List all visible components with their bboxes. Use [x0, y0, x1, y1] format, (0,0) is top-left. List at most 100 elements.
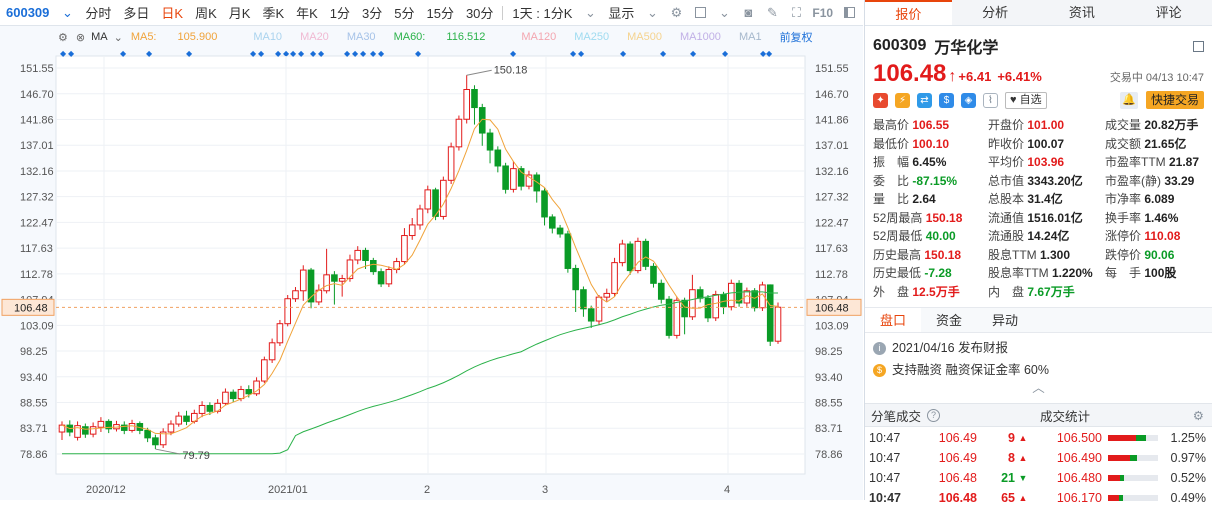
- period-tab[interactable]: 15分: [420, 3, 459, 22]
- event-marker[interactable]: ◆: [298, 49, 305, 58]
- adjust-select[interactable]: 前复权: [780, 29, 813, 45]
- sub-tab[interactable]: 资金: [921, 308, 977, 332]
- event-marker[interactable]: ◆: [186, 49, 193, 58]
- event-marker[interactable]: ◆: [120, 49, 127, 58]
- quote-tab[interactable]: 评论: [1125, 0, 1212, 25]
- period-tab[interactable]: 30分: [460, 3, 499, 22]
- period-tab[interactable]: 多日: [117, 3, 155, 22]
- bell-icon[interactable]: 🔔: [1119, 91, 1138, 109]
- quote-tab[interactable]: 资讯: [1039, 0, 1126, 25]
- ma1-legend[interactable]: MA1: [739, 31, 762, 43]
- ma10-legend[interactable]: MA10: [253, 31, 282, 43]
- pencil-icon[interactable]: ✎: [764, 5, 780, 21]
- candle-body: [689, 289, 696, 318]
- event-marker[interactable]: ◆: [415, 49, 422, 58]
- help-icon[interactable]: ?: [927, 408, 941, 422]
- candle-body: [595, 296, 603, 322]
- camera-icon[interactable]: ◙: [740, 5, 756, 21]
- settings-icon[interactable]: ⚙: [1193, 408, 1204, 423]
- period-tab[interactable]: 日K: [155, 3, 189, 22]
- panel-toggle-icon[interactable]: [841, 5, 857, 21]
- range-select[interactable]: 1天 : 1分K: [506, 3, 578, 22]
- up-arrow-icon: ↑: [948, 68, 957, 85]
- menu-icon[interactable]: [1193, 40, 1204, 52]
- event-marker[interactable]: ◆: [766, 49, 773, 58]
- period-tab[interactable]: 5分: [388, 3, 420, 22]
- quote-field: 内 盘 7.67万手: [988, 283, 1105, 302]
- event-marker[interactable]: ◆: [352, 49, 359, 58]
- event-marker[interactable]: ◆: [344, 49, 351, 58]
- ma250-legend[interactable]: MA250: [574, 31, 609, 43]
- ma120-legend[interactable]: MA120: [521, 31, 556, 43]
- expand-icon[interactable]: ⛶: [788, 5, 804, 21]
- ma60-legend[interactable]: MA60: 116.512: [394, 31, 504, 43]
- chevron-up-icon[interactable]: ︿: [865, 381, 1212, 395]
- event-marker[interactable]: ◆: [275, 49, 282, 58]
- event-marker[interactable]: ◆: [690, 49, 697, 58]
- up-triangle-icon: ▲: [1018, 453, 1028, 463]
- event-marker[interactable]: ◆: [378, 49, 385, 58]
- chart-icon[interactable]: ⌇: [983, 92, 998, 108]
- stock-code[interactable]: 600309: [0, 5, 55, 20]
- y-tick-label: 83.71: [20, 423, 48, 435]
- quote-tab[interactable]: 报价: [865, 0, 952, 25]
- news-item[interactable]: i 2021/04/16 发布财报: [865, 337, 1212, 359]
- hk-connect-icon[interactable]: ✦: [873, 92, 888, 108]
- event-marker[interactable]: ◆: [620, 49, 627, 58]
- news-item[interactable]: $ 支持融资 融资保证金率 60%: [865, 359, 1212, 381]
- quote-tab[interactable]: 分析: [952, 0, 1039, 25]
- event-marker[interactable]: ◆: [60, 49, 67, 58]
- display-select[interactable]: 显示: [602, 3, 640, 22]
- candle-body: [751, 290, 758, 309]
- dollar-icon[interactable]: $: [939, 92, 954, 108]
- lightning-icon[interactable]: ⚡: [895, 92, 910, 108]
- chevron-down-icon[interactable]: ⌄: [582, 5, 598, 21]
- event-marker[interactable]: ◆: [250, 49, 257, 58]
- period-tab[interactable]: 季K: [256, 3, 290, 22]
- event-marker[interactable]: ◆: [290, 49, 297, 58]
- event-marker[interactable]: ◆: [310, 49, 317, 58]
- ma500-legend[interactable]: MA500: [627, 31, 662, 43]
- chevron-down-icon[interactable]: ⌄: [59, 5, 75, 21]
- checkbox-icon[interactable]: [692, 5, 708, 21]
- tag-icon[interactable]: ◈: [961, 92, 976, 108]
- period-tab[interactable]: 1分: [324, 3, 356, 22]
- event-marker[interactable]: ◆: [660, 49, 667, 58]
- event-marker[interactable]: ◆: [318, 49, 325, 58]
- period-tab[interactable]: 周K: [189, 3, 223, 22]
- event-marker[interactable]: ◆: [370, 49, 377, 58]
- gear-icon[interactable]: ⚙: [668, 5, 684, 21]
- y-tick-label: 88.55: [20, 398, 48, 410]
- chevron-down-icon[interactable]: ⌄: [644, 5, 660, 21]
- ma5-legend[interactable]: MA5: 105.900: [131, 31, 236, 43]
- chevron-down-icon[interactable]: ⌄: [716, 5, 732, 21]
- event-marker[interactable]: ◆: [146, 49, 153, 58]
- sub-tab[interactable]: 盘口: [865, 308, 922, 332]
- swap-icon[interactable]: ⇄: [917, 92, 932, 108]
- period-tab[interactable]: 分时: [79, 3, 117, 22]
- ma30-legend[interactable]: MA30: [347, 31, 376, 43]
- f10-button[interactable]: F10: [812, 6, 833, 20]
- ma20-legend[interactable]: MA20: [300, 31, 329, 43]
- add-favorite-button[interactable]: ♥ 自选: [1005, 91, 1047, 109]
- event-marker[interactable]: ◆: [258, 49, 265, 58]
- bar-up: [1108, 435, 1137, 441]
- field-label: 历史最高: [873, 247, 925, 262]
- x-tick-label: 3: [542, 484, 548, 496]
- candlestick-chart[interactable]: ◆ ◆ ◆ ◆ ◆ ◆ ◆ ◆ ◆ ◆ ◆ ◆ ◆ ◆ ◆ ◆ ◆ ◆ ◆ ◆ ◆ ◆ ◆ ◆ ◆ ◆ ◆ ◆151.55 151.55…: [0, 46, 863, 500]
- close-icon[interactable]: ⊗: [76, 31, 85, 44]
- period-tab[interactable]: 月K: [223, 3, 257, 22]
- gear-icon[interactable]: ⚙: [58, 31, 68, 44]
- period-tab[interactable]: 年K: [290, 3, 324, 22]
- event-marker[interactable]: ◆: [360, 49, 367, 58]
- period-tab[interactable]: 3分: [356, 3, 388, 22]
- event-marker[interactable]: ◆: [68, 49, 75, 58]
- ma-label[interactable]: MA: [91, 31, 108, 43]
- event-marker[interactable]: ◆: [578, 49, 585, 58]
- sub-tab[interactable]: 异动: [977, 308, 1033, 332]
- event-marker[interactable]: ◆: [570, 49, 577, 58]
- chevron-down-icon[interactable]: ⌄: [114, 31, 123, 44]
- quick-trade-button[interactable]: 快捷交易: [1145, 91, 1204, 109]
- event-marker[interactable]: ◆: [510, 49, 517, 58]
- ma1000-legend[interactable]: MA1000: [680, 31, 721, 43]
